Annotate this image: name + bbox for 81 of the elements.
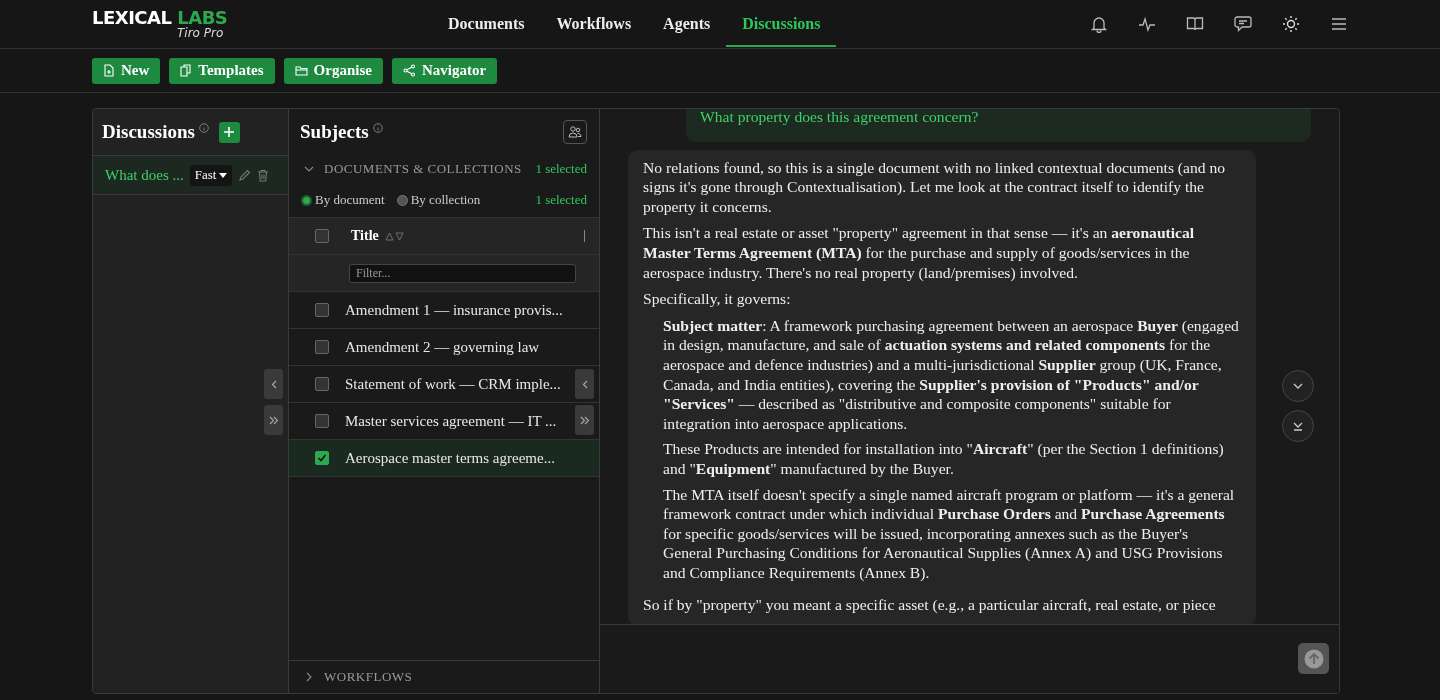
menu-icon[interactable]	[1330, 15, 1348, 33]
chat-icon[interactable]	[1234, 15, 1252, 33]
nav-tab[interactable]: Workflows	[540, 1, 648, 47]
chevron-icon	[304, 164, 314, 174]
document-title: Statement of work — CRM imple...	[345, 375, 561, 393]
expand-button[interactable]	[264, 405, 283, 435]
nav-tab[interactable]: Discussions	[726, 1, 837, 47]
send-button[interactable]	[1298, 643, 1329, 674]
sun-icon[interactable]	[1282, 15, 1300, 33]
row-checkbox[interactable]	[315, 414, 329, 428]
scroll-down-button[interactable]	[1282, 370, 1314, 402]
toolbar-button[interactable]: Navigator	[391, 57, 498, 84]
chevron-icon	[304, 672, 314, 682]
row-checkbox[interactable]	[315, 377, 329, 391]
document-title: Amendment 2 — governing law	[345, 338, 540, 356]
people-button[interactable]	[563, 120, 587, 144]
message-paragraph: No relations found, so this is a single document with no linked contextual documents (and no signs it's gone through Contextualisation). Let me look at the contract itself to identify the property it concerns.	[643, 157, 1227, 217]
copy-icon	[180, 64, 193, 77]
row-checkbox[interactable]	[315, 340, 329, 354]
discussion-item[interactable]: What does ... Fast	[93, 156, 288, 195]
row-checkbox[interactable]	[315, 451, 329, 465]
file-plus-icon	[103, 64, 115, 77]
info-icon	[372, 123, 383, 133]
info-icon	[198, 123, 209, 133]
view-radio[interactable]: By document	[301, 192, 385, 208]
toolbar-button[interactable]: New	[92, 57, 161, 84]
message-paragraph: These Products are intended for installation into "Aircraft" (per the Section 1 definitions) and "Equipment" manufactured by the Buyer.	[663, 439, 1225, 479]
section-label: WORKFLOWS	[324, 669, 413, 685]
bell-icon[interactable]	[1090, 15, 1108, 33]
section-header[interactable]: DOCUMENTS & COLLECTIONS 1 selected	[289, 155, 599, 183]
expand-button[interactable]	[575, 405, 594, 435]
toolbar-button[interactable]: Organise	[283, 57, 383, 84]
scroll-bottom-button[interactable]	[1282, 410, 1314, 442]
mode-dropdown[interactable]: Fast	[189, 164, 233, 186]
double-chevron-right-icon	[268, 415, 279, 425]
row-checkbox[interactable]	[315, 303, 329, 317]
table-row[interactable]: Amendment 1 — insurance provis...	[289, 292, 599, 329]
filter-field[interactable]: Filter...	[349, 263, 576, 283]
arrow-up-icon	[1303, 648, 1324, 669]
book-icon[interactable]	[1186, 15, 1204, 33]
people-icon	[568, 125, 582, 139]
brand-logo: LEXICAL LABS Tiro Pro	[92, 9, 229, 39]
caret-icon	[219, 172, 228, 178]
sort-icon[interactable]	[384, 231, 405, 241]
nav-tab[interactable]: Documents	[432, 1, 541, 47]
double-chevron-right-icon	[579, 415, 590, 425]
document-title: Amendment 1 — insurance provis...	[345, 301, 563, 319]
pencil-icon[interactable]	[238, 168, 252, 182]
chevron-down-icon	[1293, 383, 1303, 389]
add-discussion-button[interactable]	[218, 121, 240, 143]
message-paragraph: What property does this agreement concern?	[700, 109, 980, 127]
message-paragraph: The MTA itself doesn't specify a single named aircraft program or platform — it's a general framework contract under which individual Purchase Orders and Purchase Agreements for specific goods/services will be issued, incorporating annexes such as the Buyer's General Purchasing Conditions for Aeronautical Supplies (Annex A) and USG Provisions and Compliance Requirements (Annex B).	[663, 484, 1236, 583]
column-resize-handle[interactable]	[584, 230, 585, 242]
nav-tab[interactable]: Agents	[647, 1, 727, 47]
share-icon	[402, 64, 416, 77]
section-header[interactable]: WORKFLOWS	[289, 660, 599, 693]
plus-icon	[223, 126, 236, 138]
table-row[interactable]: Aerospace master terms agreeme...	[289, 440, 599, 477]
section-label: DOCUMENTS & COLLECTIONS	[324, 161, 522, 177]
message-paragraph: Subject matter: A framework purchasing agreement between an aerospace Buyer (engaged in design, manufacture, and sale of actuation systems and related components for the aerospace and defence industries) and a multi-jurisdictional Supplier group (UK, France, Canada, and India entities), covering the Supplier's provision of "Products" and/or "Services" — described as "distributive and composite components" suitable for integration into aerospace applications.	[663, 315, 1240, 434]
chevron-to-line-icon	[1293, 421, 1303, 431]
document-title: Master services agreement — IT ...	[345, 412, 557, 430]
table-row[interactable]: Amendment 2 — governing law	[289, 329, 599, 366]
panel-title: Subjects	[300, 121, 369, 143]
message-paragraph: So if by "property" you meant a specific asset (e.g., a particular aircraft, real estate, or piece	[643, 595, 1217, 616]
view-radio[interactable]: By collection	[396, 192, 481, 208]
trash-icon[interactable]	[257, 168, 270, 182]
message-paragraph: This isn't a real estate or asset "property" agreement in that sense — it's an aeronautical Master Terms Agreement (MTA) for the purchase and supply of goods/services in the aerospace industry. There's no real property (land/premises) involved.	[643, 223, 1196, 283]
document-title: Aerospace master terms agreeme...	[345, 449, 555, 467]
selection-count: 1 selected	[535, 161, 587, 177]
message-paragraph: Specifically, it governs:	[643, 289, 792, 309]
panel-title: Discussions	[102, 121, 195, 143]
chevron-left-icon	[270, 379, 277, 389]
chevron-left-icon	[581, 379, 588, 389]
discussion-title: What does ...	[105, 166, 184, 184]
folder-icon	[294, 64, 308, 77]
selection-count: 1 selected	[535, 192, 587, 208]
select-all-checkbox[interactable]	[315, 229, 329, 243]
toolbar-button[interactable]: Templates	[169, 57, 275, 84]
column-header[interactable]: Title	[351, 228, 379, 244]
pulse-icon[interactable]	[1138, 15, 1156, 33]
